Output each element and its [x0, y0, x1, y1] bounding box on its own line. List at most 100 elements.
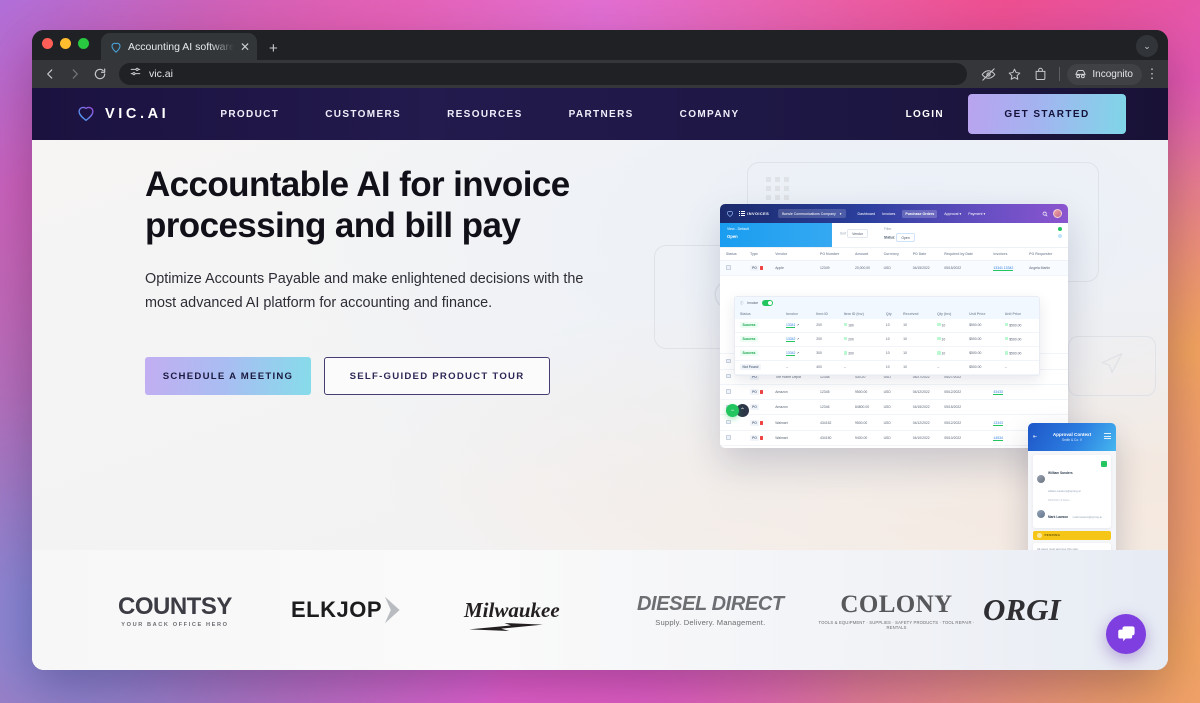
site-settings-icon[interactable]: [129, 65, 142, 83]
table-row[interactable]: PO Walmart 434150 9400.00 USD 04/10/2022 05…: [720, 430, 1068, 446]
row-checkbox[interactable]: [726, 265, 731, 270]
col-vendor: Vendor: [773, 248, 819, 261]
app-nav-invoices[interactable]: Invoices: [882, 212, 895, 216]
invoice-subtable: ⓘ Invoice Status Invoice Item ID Item ID…: [734, 296, 1040, 376]
nav-links: PRODUCT CUSTOMERS RESOURCES PARTNERS COM…: [197, 109, 762, 120]
logo-elkjop-name: ELKJOP: [291, 597, 383, 622]
table-row[interactable]: PO Apple 12349 20,000.00 USD 04/15/2022 05/…: [720, 260, 1068, 277]
search-icon[interactable]: [1042, 211, 1048, 217]
step-number-icon: [1037, 533, 1042, 538]
app-filter-bar: View - Default Open Sort Vendor Filter S…: [720, 223, 1068, 248]
incognito-badge[interactable]: Incognito: [1067, 63, 1142, 85]
chat-widget-button[interactable]: [1106, 614, 1146, 654]
info-icon: ⓘ: [740, 301, 744, 306]
back-arrow-icon[interactable]: ⇤: [1033, 434, 1037, 440]
col-requester: PO Requester: [1027, 248, 1068, 261]
invoice-toggle-row[interactable]: ⓘ Invoice: [735, 297, 1039, 309]
approval-card-title: Approval Context: [1052, 432, 1092, 437]
avatar[interactable]: [1053, 209, 1062, 218]
site-logo[interactable]: VIC.AI: [76, 104, 169, 124]
tab-title: Accounting AI software for fa: [128, 40, 234, 53]
extensions-icon[interactable]: [1028, 62, 1052, 86]
nav-item-company[interactable]: COMPANY: [657, 109, 763, 120]
table-row[interactable]: PO Walmart 434152 9500.00 USD 04/12/2022 05…: [720, 414, 1068, 431]
app-logo-icon: [726, 210, 734, 217]
app-header-actions: [1042, 209, 1062, 218]
filter-actions[interactable]: [1052, 223, 1068, 247]
login-link[interactable]: LOGIN: [906, 109, 944, 120]
back-arrow-icon[interactable]: [38, 62, 62, 86]
table-row[interactable]: PO Amazon 12345 9500.00 USD 04/12/2022 05/1…: [720, 384, 1068, 401]
nav-item-resources[interactable]: RESOURCES: [424, 109, 546, 120]
company-selector[interactable]: Bonsle Communications Company ▾: [778, 209, 846, 218]
app-nav-payment[interactable]: Payment ▾: [968, 212, 985, 216]
app-nav-purchase-orders[interactable]: Purchase Orders: [902, 209, 938, 218]
approver-row[interactable]: William Sanders william.sanders@spring.a…: [1037, 458, 1107, 499]
row-checkbox[interactable]: [726, 435, 731, 440]
logo-milwaukee-name: Milwaukee: [464, 597, 560, 622]
maximize-window-button[interactable]: [78, 38, 89, 49]
browser-window: Accounting AI software for fa ✕ + ⌄ vic.…: [32, 30, 1168, 670]
subtable-row[interactable]: Success 13342 ↗ 300 300 10 10 10 $500.00 …: [735, 346, 1039, 362]
app-nav-dashboard[interactable]: Dashboard: [858, 212, 876, 216]
approver-email: mark.lawson@spring.ai: [1072, 514, 1102, 519]
nav-item-product[interactable]: PRODUCT: [197, 109, 302, 120]
nav-actions: LOGIN GET STARTED: [906, 94, 1126, 134]
nav-item-customers[interactable]: CUSTOMERS: [302, 109, 424, 120]
col-currency: Currency: [881, 248, 911, 261]
table-header-row: Status Type Vendor PO Number Amount Curr…: [720, 248, 1068, 261]
subcol-invoice: Invoice: [784, 308, 815, 319]
app-mockup: INVOICES Bonsle Communications Company ▾ …: [720, 204, 1068, 448]
subtable-row[interactable]: Success 13342 ↗ 200 200 10 10 10 $500.00 …: [735, 332, 1039, 347]
page-title: Accountable AI for invoice processing an…: [145, 165, 570, 246]
browser-tab[interactable]: Accounting AI software for fa ✕: [101, 33, 257, 60]
view-selector[interactable]: View - Default Open: [720, 223, 832, 247]
filter-control[interactable]: Filter Status: Open: [876, 223, 923, 247]
window-controls[interactable]: [42, 30, 89, 60]
sort-control[interactable]: Sort Vendor: [832, 223, 876, 247]
close-window-button[interactable]: [42, 38, 53, 49]
reload-icon[interactable]: [88, 62, 112, 86]
hide-password-eye-slash-icon[interactable]: [976, 62, 1000, 86]
nav-item-partners[interactable]: PARTNERS: [546, 109, 657, 120]
forward-arrow-icon[interactable]: [63, 62, 87, 86]
subtable-row[interactable]: Not Found -- 400 -- 10 10 -- $500.00 --: [735, 360, 1039, 375]
row-checkbox[interactable]: [726, 419, 731, 425]
subcol-qty-inv: Qty (Inv): [935, 308, 968, 319]
row-checkbox[interactable]: [726, 373, 731, 379]
bookmark-star-icon[interactable]: [1002, 62, 1026, 86]
row-checkbox[interactable]: [726, 389, 731, 394]
approved-group: William Sanders william.sanders@spring.a…: [1033, 455, 1111, 528]
invoice-toggle-label: Invoice: [747, 300, 759, 305]
minimize-window-button[interactable]: [60, 38, 71, 49]
col-type: Type: [748, 248, 774, 261]
logo-diesel-direct: DIESEL DIRECT Supply. Delivery. Manageme…: [637, 593, 810, 627]
customer-logos: COUNTSY YOUR BACK OFFICE HERO ELKJOP Mil…: [32, 550, 1168, 670]
subtable-row[interactable]: Success 13341 ↗ 200 180 10 10 10 $500.00 …: [735, 318, 1039, 333]
logo-countsy: COUNTSY YOUR BACK OFFICE HERO: [118, 593, 291, 628]
attachment-flag-icon: [759, 435, 763, 440]
hero-buttons: SCHEDULE A MEETING SELF-GUIDED PRODUCT T…: [145, 357, 615, 396]
get-started-button[interactable]: GET STARTED: [968, 94, 1126, 134]
app-nav-approval[interactable]: Approval ▾: [944, 212, 961, 216]
close-tab-button[interactable]: ✕: [240, 41, 250, 53]
chevron-down-icon[interactable]: ⌄: [1136, 35, 1158, 57]
hero-subheading: Optimize Accounts Payable and make enlig…: [145, 270, 584, 311]
col-po-number: PO Number: [818, 248, 853, 261]
invoice-toggle[interactable]: [762, 300, 774, 306]
row-checkbox[interactable]: [726, 358, 731, 364]
app-nav: Dashboard Invoices Purchase Orders Appro…: [858, 209, 985, 218]
schedule-meeting-button[interactable]: SCHEDULE A MEETING: [145, 357, 311, 396]
address-bar[interactable]: vic.ai: [119, 63, 968, 85]
table-row[interactable]: PO Amazon 12346 84800.00 USD 04/15/2022 05/…: [720, 399, 1068, 416]
elkjop-arrow-icon: [384, 596, 400, 624]
hero-section: Accountable AI for invoice processing an…: [32, 140, 1168, 670]
approver-row[interactable]: Mark Lawson mark.lawson@spring.ai: [1037, 502, 1107, 525]
lightning-bolt-icon: [469, 622, 543, 631]
menu-icon[interactable]: [1104, 433, 1111, 441]
new-tab-button[interactable]: +: [269, 41, 278, 56]
subcol-qty: Qty: [883, 308, 902, 319]
add-record-button[interactable]: −: [726, 404, 739, 417]
product-tour-button[interactable]: SELF-GUIDED PRODUCT TOUR: [324, 357, 550, 396]
browser-menu-icon[interactable]: ⋮: [1144, 66, 1160, 82]
